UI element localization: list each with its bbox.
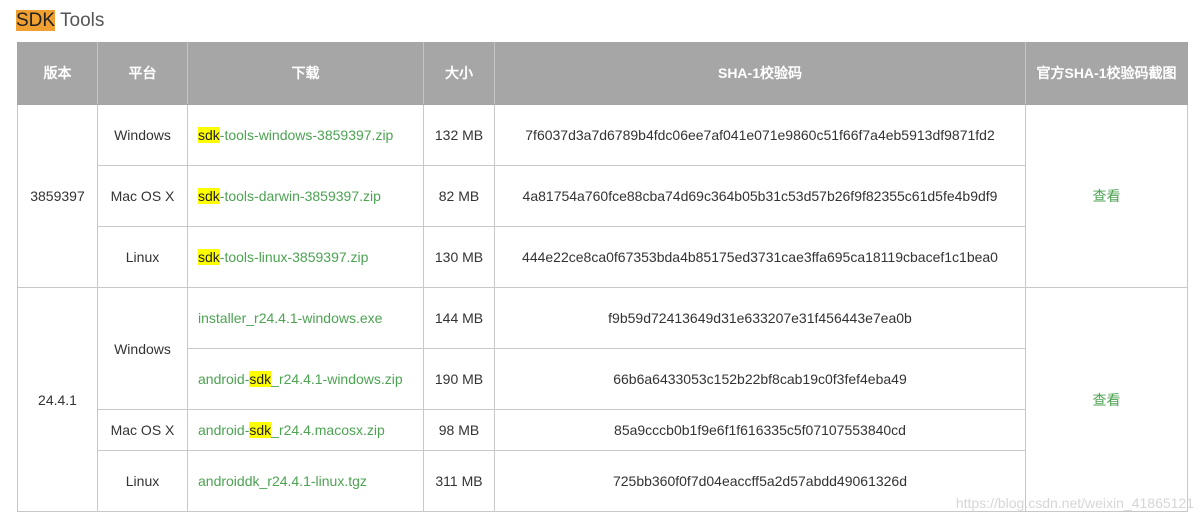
link-text: installer_r24.4.1-windows.exe — [198, 310, 383, 326]
heading-highlight: SDK — [16, 10, 56, 31]
download-link[interactable]: sdk-tools-darwin-3859397.zip — [198, 188, 381, 204]
download-cell: android-sdk_r24.4.macosx.zip — [187, 409, 424, 451]
header-official-screenshot: 官方SHA-1校验码截图 — [1025, 42, 1188, 105]
header-platform: 平台 — [97, 42, 188, 105]
link-highlight: sdk — [249, 422, 272, 438]
link-text: _r24.4.1-windows.zip — [271, 371, 403, 387]
link-text: _r24.4.macosx.zip — [271, 422, 385, 438]
platform-cell: Windows — [97, 104, 188, 166]
platform-cell: Linux — [97, 226, 188, 288]
size-cell: 144 MB — [423, 287, 495, 349]
download-link[interactable]: installer_r24.4.1-windows.exe — [198, 310, 382, 326]
table-row: Linux sdk-tools-linux-3859397.zip 130 MB… — [18, 226, 1188, 288]
platform-cell: Mac OS X — [97, 165, 188, 227]
download-link[interactable]: sdk-tools-windows-3859397.zip — [198, 127, 393, 143]
link-text: android- — [198, 422, 250, 438]
version-cell: 24.4.1 — [17, 287, 98, 512]
view-screenshot-link[interactable]: 查看 — [1093, 188, 1121, 204]
download-link[interactable]: androiddk_r24.4.1-linux.tgz — [198, 473, 367, 489]
version-cell: 3859397 — [17, 104, 98, 288]
section-heading: SDK Tools — [16, 9, 104, 33]
download-link[interactable]: android-sdk_r24.4.macosx.zip — [198, 422, 385, 438]
link-text: -tools-windows-3859397.zip — [219, 127, 394, 143]
screenshot-cell: 查看 — [1025, 104, 1188, 288]
sha1-cell: 66b6a6433053c152b22bf8cab19c0f3fef4eba49 — [494, 348, 1026, 410]
sha1-cell: 7f6037d3a7d6789b4fdc06ee7af041e071e9860c… — [494, 104, 1026, 166]
platform-cell: Windows — [97, 287, 188, 410]
link-highlight: sdk — [198, 127, 220, 143]
download-cell: sdk-tools-darwin-3859397.zip — [187, 165, 424, 227]
heading-text: Tools — [55, 10, 105, 31]
sha1-cell: 85a9cccb0b1f9e6f1f616335c5f07107553840cd — [494, 409, 1026, 451]
sdk-tools-table: 版本 平台 下载 大小 SHA-1校验码 官方SHA-1校验码截图 385939… — [17, 42, 1188, 512]
link-highlight: sdk — [198, 249, 220, 265]
link-highlight: sdk — [249, 371, 272, 387]
platform-cell: Mac OS X — [97, 409, 188, 451]
size-cell: 130 MB — [423, 226, 495, 288]
download-cell: installer_r24.4.1-windows.exe — [187, 287, 424, 349]
sha1-cell: f9b59d72413649d31e633207e31f456443e7ea0b — [494, 287, 1026, 349]
size-cell: 311 MB — [423, 450, 495, 512]
watermark: https://blog.csdn.net/weixin_41865121 — [955, 495, 1194, 511]
header-size: 大小 — [423, 42, 495, 105]
table-row: android-sdk_r24.4.1-windows.zip 190 MB 6… — [18, 348, 1188, 410]
view-screenshot-link[interactable]: 查看 — [1093, 392, 1121, 408]
table-row: 24.4.1 Windows installer_r24.4.1-windows… — [17, 287, 1188, 512]
link-text: android- — [198, 371, 250, 387]
size-cell: 132 MB — [423, 104, 495, 166]
sha1-cell: 725bb360f0f7d04eaccff5a2d57abdd49061326d — [494, 450, 1026, 512]
download-cell: sdk-tools-linux-3859397.zip — [187, 226, 424, 288]
screenshot-cell: 查看 — [1025, 287, 1188, 512]
table-row: 3859397 Windows sdk-tools-windows-385939… — [17, 104, 1188, 288]
size-cell: 82 MB — [423, 165, 495, 227]
table-row: Mac OS X android-sdk_r24.4.macosx.zip 98… — [18, 409, 1188, 451]
table-header-row: 版本 平台 下载 大小 SHA-1校验码 官方SHA-1校验码截图 — [17, 42, 1188, 105]
header-version: 版本 — [17, 42, 98, 105]
header-download: 下载 — [187, 42, 424, 105]
download-cell: android-sdk_r24.4.1-windows.zip — [187, 348, 424, 410]
size-cell: 98 MB — [423, 409, 495, 451]
download-cell: sdk-tools-windows-3859397.zip — [187, 104, 424, 166]
link-text: -tools-darwin-3859397.zip — [219, 188, 381, 204]
header-sha1: SHA-1校验码 — [494, 42, 1026, 105]
link-text: -tools-linux-3859397.zip — [219, 249, 369, 265]
link-highlight: sdk — [198, 188, 220, 204]
sha1-cell: 444e22ce8ca0f67353bda4b85175ed3731cae3ff… — [494, 226, 1026, 288]
sha1-cell: 4a81754a760fce88cba74d69c364b05b31c53d57… — [494, 165, 1026, 227]
download-cell: androiddk_r24.4.1-linux.tgz — [187, 450, 424, 512]
size-cell: 190 MB — [423, 348, 495, 410]
table-row: Mac OS X sdk-tools-darwin-3859397.zip 82… — [18, 165, 1188, 227]
link-text: androiddk_r24.4.1-linux.tgz — [198, 473, 367, 489]
platform-cell: Linux — [97, 450, 188, 512]
download-link[interactable]: sdk-tools-linux-3859397.zip — [198, 249, 368, 265]
download-link[interactable]: android-sdk_r24.4.1-windows.zip — [198, 371, 403, 387]
